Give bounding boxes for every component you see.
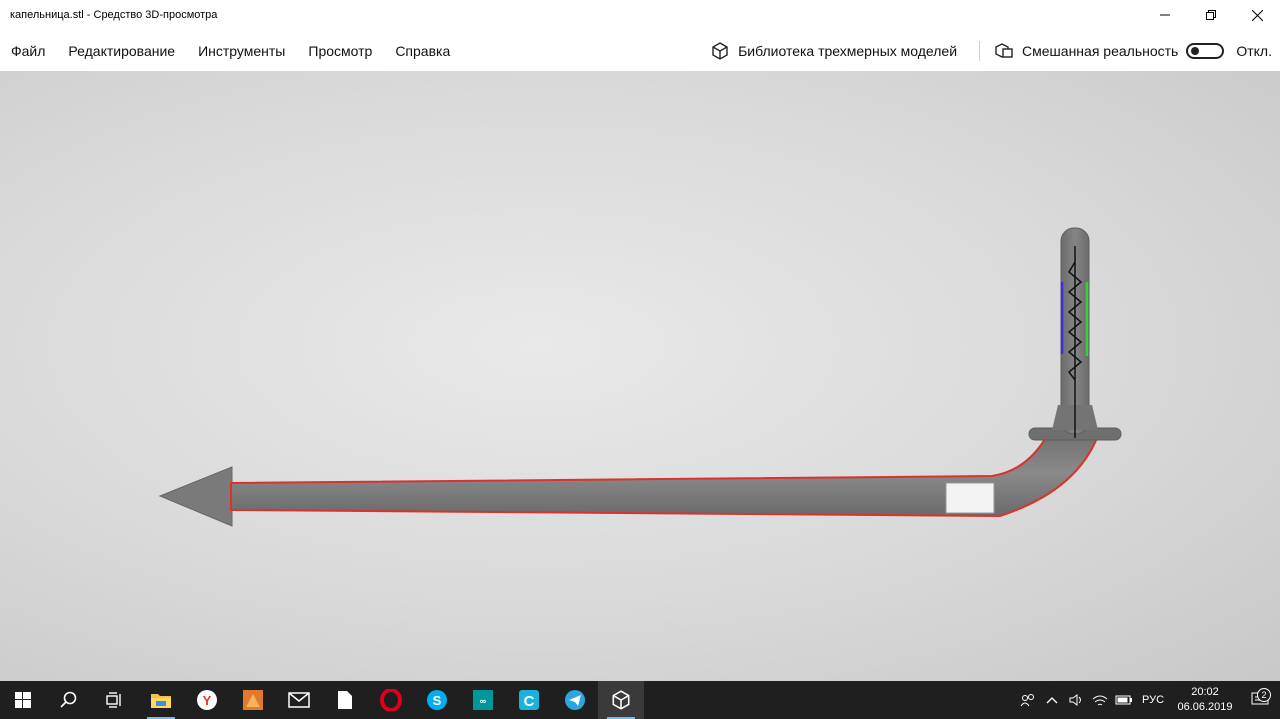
network-button[interactable]	[1088, 694, 1112, 706]
volume-button[interactable]	[1064, 694, 1088, 706]
arduino-icon: ∞	[473, 690, 493, 710]
clock-time: 20:02	[1191, 686, 1219, 698]
3d-library-button[interactable]: Библиотека трехмерных моделей	[710, 41, 957, 61]
speaker-icon	[1069, 694, 1081, 706]
telegram-icon	[565, 690, 585, 710]
taskbar-app-skype[interactable]: S	[414, 681, 460, 719]
search-icon	[60, 691, 77, 708]
taskbar-app-mail[interactable]	[276, 681, 322, 719]
taskbar-app-3d-viewer[interactable]	[598, 681, 644, 719]
minimize-icon	[1160, 14, 1170, 16]
action-center-button[interactable]: 2	[1240, 688, 1280, 708]
tube-window	[945, 482, 995, 514]
start-button[interactable]	[0, 681, 46, 719]
taskbar: Y S ∞ C РУС 20:02 06.06.2019 2	[0, 681, 1280, 719]
taskbar-app-file-explorer[interactable]	[138, 681, 184, 719]
people-icon	[1020, 694, 1034, 707]
matlab-icon	[243, 690, 263, 710]
wifi-icon	[1092, 695, 1108, 706]
taskbar-app-matlab[interactable]	[230, 681, 276, 719]
taskbar-app-file[interactable]	[322, 681, 368, 719]
window-title: капельница.stl - Средство 3D-просмотра	[10, 9, 218, 21]
battery-button[interactable]	[1112, 695, 1136, 705]
menu-edit[interactable]: Редактирование	[68, 43, 175, 59]
task-view-icon	[106, 692, 121, 708]
file-icon	[338, 691, 352, 709]
people-button[interactable]	[1016, 693, 1040, 707]
3d-viewer-icon	[612, 690, 630, 710]
chevron-up-icon	[1046, 697, 1058, 704]
3d-model[interactable]	[0, 71, 1280, 681]
menu-view[interactable]: Просмотр	[308, 43, 372, 59]
taskbar-app-opera[interactable]	[368, 681, 414, 719]
clock[interactable]: 20:02 06.06.2019	[1170, 685, 1240, 715]
svg-text:C: C	[524, 693, 535, 710]
mixed-reality-toggle[interactable]	[1186, 42, 1225, 59]
mixed-reality-label: Смешанная реальность	[1022, 42, 1179, 59]
ccleaner-icon: C	[519, 690, 539, 710]
svg-text:S: S	[433, 693, 442, 708]
taskbar-app-yandex[interactable]: Y	[184, 681, 230, 719]
file-explorer-icon	[151, 694, 171, 708]
svg-text:Y: Y	[203, 693, 212, 708]
3d-library-label: Библиотека трехмерных моделей	[738, 42, 958, 59]
title-bar: капельница.stl - Средство 3D-просмотра	[0, 0, 1280, 30]
menu-bar: Файл Редактирование Инструменты Просмотр…	[0, 30, 1280, 71]
clock-date: 06.06.2019	[1177, 701, 1233, 713]
mixed-reality-state: Откл.	[1236, 42, 1272, 59]
menu-tools[interactable]: Инструменты	[198, 43, 285, 59]
battery-icon	[1115, 695, 1132, 705]
task-view-button[interactable]	[92, 681, 138, 719]
close-icon	[1251, 9, 1263, 21]
close-button[interactable]	[1234, 0, 1280, 30]
taskbar-app-telegram[interactable]	[552, 681, 598, 719]
notification-count: 2	[1257, 688, 1271, 702]
toggle-knob	[1191, 46, 1200, 55]
taskbar-app-arduino[interactable]: ∞	[460, 681, 506, 719]
language-indicator[interactable]: РУС	[1136, 694, 1170, 706]
opera-icon	[380, 689, 402, 711]
search-button[interactable]	[46, 681, 92, 719]
yandex-browser-icon: Y	[197, 690, 217, 710]
mixed-reality-button[interactable]: Смешанная реальность	[994, 41, 1178, 61]
mail-icon	[288, 692, 310, 708]
menu-divider	[979, 40, 981, 61]
start-icon	[15, 692, 31, 708]
svg-text:∞: ∞	[480, 696, 487, 706]
system-tray: РУС 20:02 06.06.2019 2	[1016, 681, 1280, 719]
skype-icon: S	[427, 690, 447, 710]
taskbar-app-ccleaner[interactable]: C	[506, 681, 552, 719]
restore-button[interactable]	[1188, 0, 1234, 30]
3d-library-icon	[712, 41, 728, 60]
mixed-reality-icon	[995, 42, 1013, 58]
minimize-button[interactable]	[1142, 0, 1188, 30]
3d-viewport[interactable]	[0, 71, 1280, 681]
restore-icon	[1206, 10, 1216, 20]
arrow-tip	[158, 466, 233, 527]
menu-file[interactable]: Файл	[11, 43, 45, 59]
show-hidden-icons-button[interactable]	[1040, 696, 1064, 704]
menu-help[interactable]: Справка	[395, 43, 450, 59]
